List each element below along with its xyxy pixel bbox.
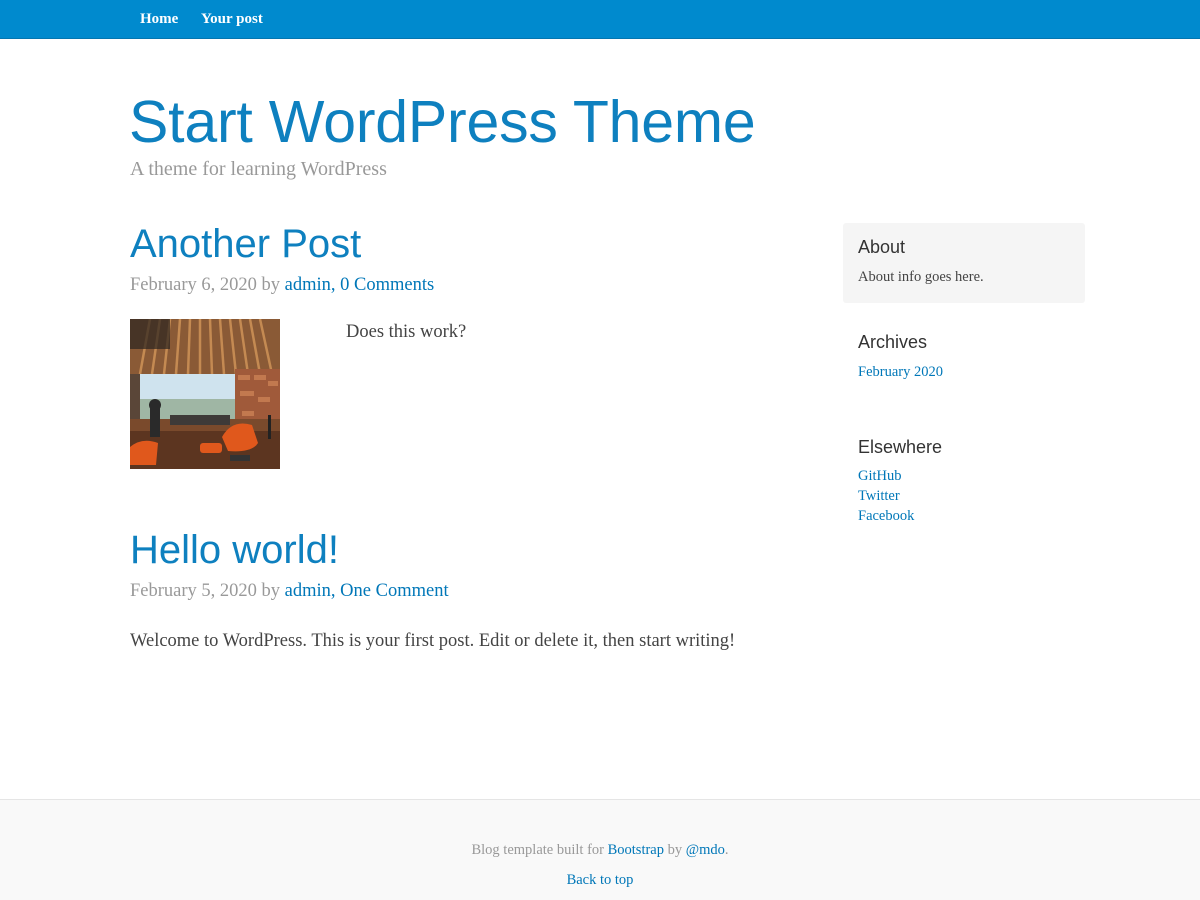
post-title-another-post[interactable]: Another Post <box>130 222 361 267</box>
post-meta: February 6, 2020 by admin, 0 Comments <box>130 275 434 296</box>
footer-back-to-top-row: Back to top <box>0 872 1200 889</box>
post-date: February 6, 2020 <box>130 275 257 295</box>
about-widget <box>843 223 1085 303</box>
footer-bootstrap-link[interactable]: Bootstrap <box>608 842 664 858</box>
post-by: by <box>261 275 281 295</box>
post-author-label: admin <box>284 275 331 295</box>
post-date: February 5, 2020 <box>130 581 257 601</box>
footer-credit: Blog template built for Bootstrap by @md… <box>0 842 1200 859</box>
about-text: About info goes here. <box>858 269 984 285</box>
widget-title-about: About <box>858 237 906 257</box>
post-comments-link[interactable]: 0 Comments <box>340 275 434 295</box>
site-title[interactable]: Start WordPress Theme <box>129 88 756 156</box>
post-title-hello-world[interactable]: Hello world! <box>130 528 339 573</box>
post-content: Does this work? <box>346 322 467 342</box>
meta-comma: , <box>330 275 336 295</box>
post-meta: February 5, 2020 by admin, One Comment <box>130 581 449 602</box>
back-to-top-link[interactable]: Back to top <box>567 872 634 888</box>
post-thumbnail[interactable] <box>130 319 280 469</box>
footer-by: by <box>667 842 683 858</box>
post-author-link[interactable]: admin, <box>285 275 336 295</box>
site-description: A theme for learning WordPress <box>130 158 387 180</box>
meta-comma: , <box>330 581 336 601</box>
elsewhere-link-facebook[interactable]: Facebook <box>858 508 914 525</box>
widget-title-archives: Archives <box>858 332 928 352</box>
post-by: by <box>261 581 281 601</box>
post-author-label: admin <box>284 581 331 601</box>
top-navbar: Home Your post <box>0 0 1200 39</box>
post-author-link[interactable]: admin, <box>285 581 336 601</box>
archive-link-february-2020[interactable]: February 2020 <box>858 364 943 381</box>
footer-mdo-link[interactable]: @mdo <box>686 842 725 858</box>
post-content: Welcome to WordPress. This is your first… <box>130 631 736 651</box>
footer-suffix: . <box>724 842 729 858</box>
footer-prefix: Blog template built for <box>471 842 604 858</box>
nav-item-home[interactable]: Home <box>140 11 178 28</box>
nav-item-your-post[interactable]: Your post <box>201 11 263 28</box>
widget-title-elsewhere: Elsewhere <box>858 437 943 457</box>
site-footer: Blog template built for Bootstrap by @md… <box>0 799 1200 900</box>
room-photo-icon <box>130 319 280 469</box>
elsewhere-link-twitter[interactable]: Twitter <box>858 488 900 505</box>
elsewhere-link-github[interactable]: GitHub <box>858 468 902 485</box>
post-comments-link[interactable]: One Comment <box>340 581 448 601</box>
